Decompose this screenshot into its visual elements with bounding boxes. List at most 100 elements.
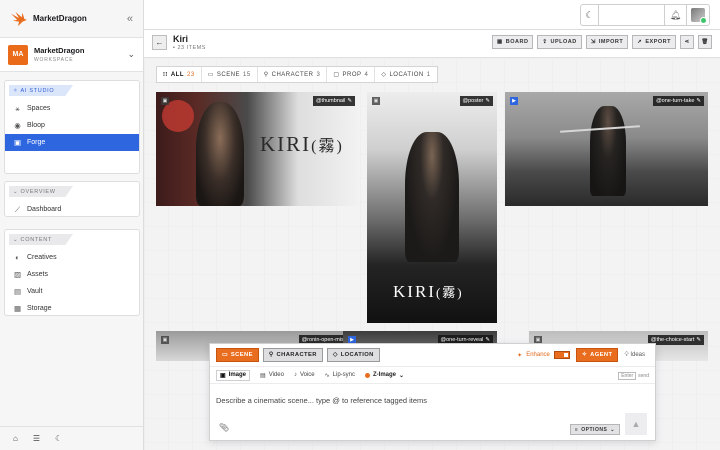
nodes-icon: ⚹ — [15, 103, 20, 113]
chevron-down-icon: ⌄ — [399, 372, 405, 379]
theme-toggle-icon[interactable]: ☾ — [581, 5, 599, 25]
collapse-sidebar-icon[interactable]: « — [127, 13, 133, 25]
search-input[interactable] — [599, 5, 665, 25]
composer-chips: ▭ SCENE ⚲ CHARACTER ◇ LOCATION — [216, 348, 380, 362]
import-button[interactable]: ⇲ IMPORT — [585, 35, 629, 49]
section-overview: ⌄ OVERVIEW ⟋ Dashboard — [4, 181, 140, 217]
sliders-icon: ≡ — [574, 426, 579, 433]
send-hint: Enter send — [618, 372, 649, 380]
paperclip-icon[interactable]: 📎︎ — [219, 423, 229, 432]
sidebar-item-storage[interactable]: ▦ Storage — [5, 300, 139, 317]
composer-controls: ✦ Enhance ✧ AGENT 💡︎ Ideas — [517, 348, 645, 362]
image-type-icon: ▣ — [161, 97, 169, 105]
mode-image[interactable]: ▣ Image — [216, 369, 251, 381]
video-type-icon: ▶ — [510, 97, 518, 105]
lips-icon: ∿ — [324, 372, 330, 379]
workspace-badge: MA — [8, 44, 28, 65]
send-icon: ▲ — [631, 419, 641, 429]
forge-icon: ▣ — [13, 138, 22, 147]
header-actions: ▦ BOARD ⇪ UPLOAD ⇲ IMPORT ➚ EXPORT ⋖ 🗑︎ — [492, 35, 712, 49]
character-figure — [405, 132, 459, 262]
sidebar-item-assets[interactable]: ▨ Assets — [5, 266, 139, 283]
person-icon: ⚲ — [268, 352, 274, 358]
tab-location[interactable]: ◇ LOCATION 1 — [375, 67, 436, 82]
bot-icon: ◉ — [14, 121, 21, 130]
card-tag[interactable]: @thumbnail ✎ — [312, 96, 355, 106]
enhance-switch[interactable] — [553, 351, 570, 359]
prompt-input[interactable]: Describe a cinematic scene... type @ to … — [216, 396, 427, 405]
sidebar-item-dashboard[interactable]: ⟋ Dashboard — [5, 201, 139, 218]
trash-icon: 🗑︎ — [701, 39, 709, 45]
card-tag[interactable]: @one-turn-take ✎ — [653, 96, 704, 106]
prompt-composer: ▭ SCENE ⚲ CHARACTER ◇ LOCATION ✦ Enhance ✧ AG… — [209, 343, 656, 441]
storage-icon: ▦ — [13, 304, 22, 313]
location-chip[interactable]: ◇ LOCATION — [326, 348, 380, 362]
back-button[interactable]: ← — [152, 35, 167, 50]
scene-icon: ▭ — [207, 72, 214, 78]
sidebar: MarketDragon « MA MarketDragon WORKSPACE… — [0, 0, 144, 450]
card-title-art: KIRI(霧) — [260, 132, 344, 156]
model-select[interactable]: Z-Image ⌄ — [365, 372, 404, 379]
image-type-icon: ▣ — [372, 97, 380, 105]
sidebar-item-creatives[interactable]: ◐ Creatives — [5, 249, 139, 266]
tab-character[interactable]: ⚲ CHARACTER 3 — [258, 67, 328, 82]
export-button[interactable]: ➚ EXPORT — [632, 35, 676, 49]
card-tag[interactable]: @poster ✎ — [459, 96, 493, 106]
chevron-down-icon: ⌄ — [610, 426, 615, 433]
asset-card[interactable]: ▶ @one-turn-take ✎ — [505, 92, 708, 206]
upload-icon: ⇪ — [542, 39, 548, 45]
mode-lip-sync[interactable]: ∿ Lip-sync — [325, 372, 355, 379]
mode-video[interactable]: ▤ Video — [260, 372, 284, 379]
image-type-icon: ▣ — [161, 336, 169, 344]
tab-prop[interactable]: ▢ PROP 4 — [327, 67, 376, 82]
sidebar-item-forge[interactable]: ▣ Forge — [5, 134, 139, 151]
section-content: ⌄ CONTENT ◐ Creatives ▨ Assets ▤ Vault ▦ Sto… — [4, 229, 140, 316]
sliders-icon[interactable]: ☰ — [33, 434, 40, 443]
item-count: ▪ 23 ITEMS — [173, 45, 206, 51]
board-button[interactable]: ▦ BOARD — [492, 35, 534, 49]
home-icon[interactable]: ⌂ — [13, 434, 18, 443]
share-button[interactable]: ⋖ — [680, 35, 694, 49]
moon-icon[interactable]: ☾ — [55, 434, 62, 443]
chart-icon: ⟋ — [14, 204, 21, 214]
send-button[interactable]: ▲ — [625, 413, 647, 435]
avatar[interactable] — [687, 5, 709, 25]
bell-icon[interactable]: 🔔︎ — [665, 5, 687, 25]
model-dot-icon — [365, 372, 370, 378]
asset-card[interactable]: ▣ @poster ✎ KIRI(霧) — [367, 92, 497, 323]
image-icon: ▣ — [220, 372, 226, 379]
top-bar-controls: ☾ 🔔︎ — [580, 4, 710, 26]
mode-voice[interactable]: ♪ Voice — [294, 372, 315, 378]
scene-icon: ▭ — [222, 352, 228, 358]
import-icon: ⇲ — [590, 39, 596, 45]
tab-all[interactable]: ⁝⁝ ALL 23 — [157, 67, 202, 82]
section-ai-studio: ✧ AI STUDIO ⚹ Spaces ◉ Bloop ▣ Forge — [4, 80, 140, 174]
sidebar-footer: ⌂ ☰ ☾ — [0, 426, 143, 450]
enhance-toggle[interactable]: ✦ Enhance — [517, 351, 570, 359]
top-bar: ☾ 🔔︎ — [144, 0, 720, 30]
asset-card[interactable]: ▣ @thumbnail ✎ KIRI(霧) — [156, 92, 359, 206]
character-chip[interactable]: ⚲ CHARACTER — [262, 348, 323, 362]
scene-chip[interactable]: ▭ SCENE — [216, 348, 259, 362]
person-icon: ⚲ — [263, 72, 269, 78]
pin-icon: ◇ — [381, 72, 387, 78]
page-header: ← Kiri ▪ 23 ITEMS ▦ BOARD ⇪ UPLOAD ⇲ IMPORT… — [144, 30, 720, 58]
sidebar-item-bloop[interactable]: ◉ Bloop — [5, 117, 139, 134]
delete-button[interactable]: 🗑︎ — [698, 35, 712, 49]
workspace-name: MarketDragon — [34, 46, 85, 55]
card-tag[interactable]: @the-choice-start ✎ — [647, 335, 704, 345]
app-name: MarketDragon — [33, 14, 87, 23]
pin-icon: ◇ — [332, 352, 338, 358]
tab-scene[interactable]: ▭ SCENE 15 — [202, 67, 258, 82]
sidebar-item-vault[interactable]: ▤ Vault — [5, 283, 139, 300]
vault-icon: ▤ — [13, 287, 22, 296]
upload-button[interactable]: ⇪ UPLOAD — [537, 35, 582, 49]
agent-button[interactable]: ✧ AGENT — [575, 348, 619, 362]
card-title-art: KIRI(霧) — [393, 282, 464, 301]
options-button[interactable]: ≡ OPTIONS ⌄ — [569, 424, 620, 435]
sidebar-item-spaces[interactable]: ⚹ Spaces — [5, 100, 139, 117]
agent-icon: ✧ — [581, 352, 588, 358]
ideas-button[interactable]: 💡︎ Ideas — [624, 352, 645, 359]
chevron-down-icon: ⌄ — [127, 49, 135, 59]
workspace-switcher[interactable]: MA MarketDragon WORKSPACE ⌄ — [0, 38, 143, 72]
